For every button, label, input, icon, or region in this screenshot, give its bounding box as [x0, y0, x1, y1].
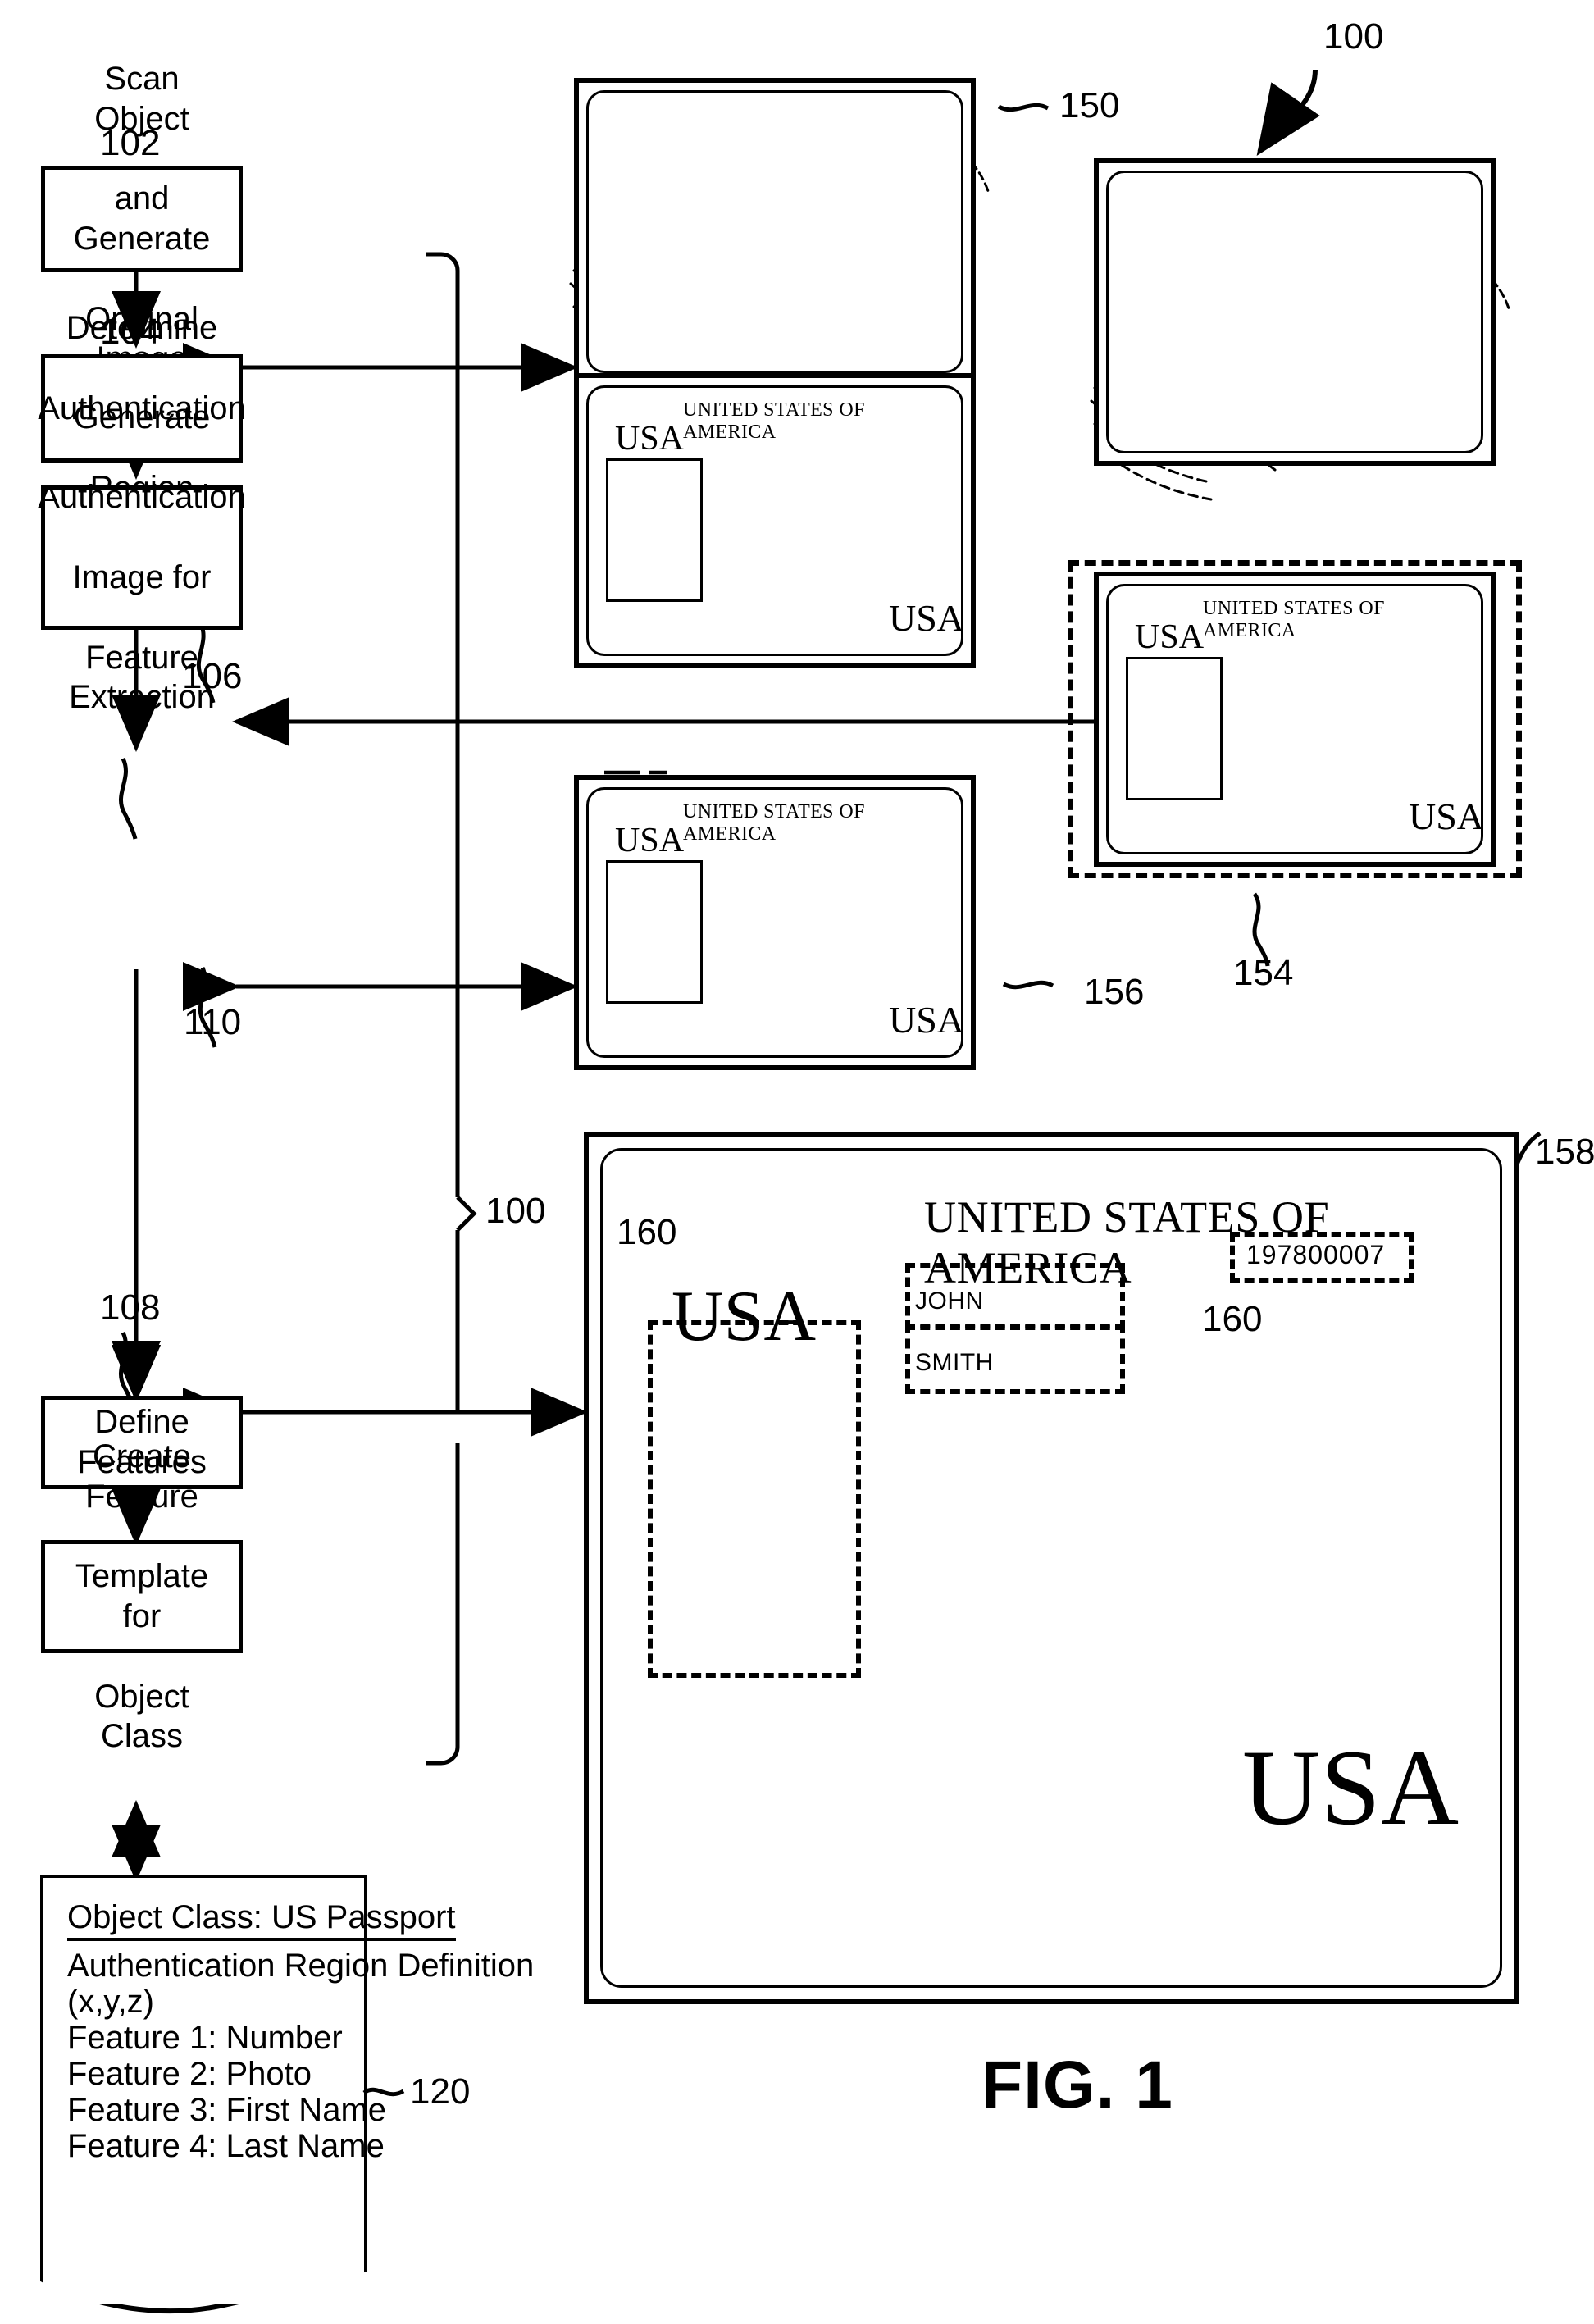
- leader-120: [362, 2087, 405, 2097]
- patent-figure-canvas: Scan Object and Generate Original Image …: [0, 0, 1594, 2324]
